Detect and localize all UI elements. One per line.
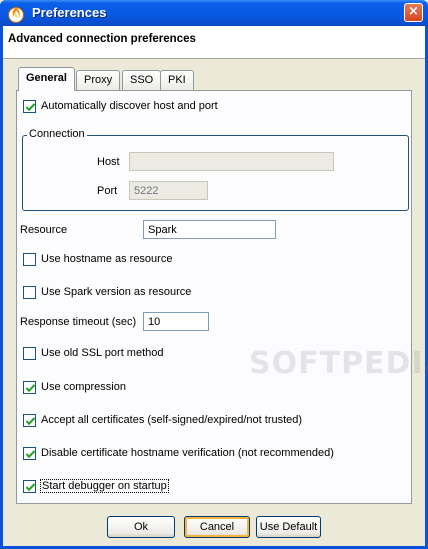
tab-general[interactable]: General [18,67,75,91]
close-button[interactable]: × [404,3,423,22]
tab-general-label: General [26,72,67,84]
checkbox-box[interactable] [23,286,36,299]
use-hostname-label: Use hostname as resource [41,253,173,265]
resource-input[interactable] [143,220,276,239]
resource-label: Resource [20,224,68,236]
title-bar[interactable]: Preferences × [0,0,428,26]
checkbox-box[interactable] [23,447,36,460]
tab-sso-label: SSO [130,74,154,86]
check-icon [25,483,36,492]
tab-pki[interactable]: PKI [160,70,194,90]
check-icon [25,417,36,426]
use-default-button[interactable]: Use Default [256,516,321,538]
dialog-body: Advanced connection preferences General … [3,26,428,546]
close-icon: × [408,4,419,19]
page-title: Advanced connection preferences [8,33,196,45]
response-timeout-label: Response timeout (sec) [20,316,137,328]
ok-button[interactable]: Ok [107,516,175,538]
check-icon [25,384,36,393]
flame-icon [8,7,24,23]
host-label: Host [97,156,120,168]
checkbox-box[interactable] [23,253,36,266]
connection-group: Connection Host Port [22,128,409,211]
preferences-window: Preferences × Advanced connection prefer… [0,0,428,549]
checkbox-box[interactable] [23,100,36,113]
use-spark-version-label: Use Spark version as resource [41,286,192,298]
port-label: Port [97,185,118,197]
window-title: Preferences [32,5,107,20]
tab-pki-label: PKI [168,74,186,86]
tab-proxy-label: Proxy [84,74,113,86]
compression-label: Use compression [41,381,126,393]
general-tab-panel: Automatically discover host and port Con… [16,90,412,504]
header-band: Advanced connection preferences [3,26,425,59]
checkbox-box[interactable] [23,347,36,360]
tab-sso[interactable]: SSO [122,70,162,90]
check-icon [25,450,36,459]
check-icon [25,103,36,112]
cancel-button[interactable]: Cancel [184,516,250,538]
accept-certs-label: Accept all certificates (self-signed/exp… [41,414,303,426]
auto-discover-label: Automatically discover host and port [41,100,218,112]
connection-group-title: Connection [27,128,87,140]
old-ssl-label: Use old SSL port method [41,347,164,359]
checkbox-box[interactable] [23,414,36,427]
response-timeout-input[interactable] [143,312,209,331]
checkbox-box[interactable] [23,381,36,394]
port-input[interactable] [129,181,208,200]
disable-hostname-verification-label: Disable certificate hostname verificatio… [41,447,334,459]
start-debugger-label: Start debugger on startup [40,479,169,493]
host-input[interactable] [129,152,334,171]
tab-proxy[interactable]: Proxy [76,70,121,90]
checkbox-box[interactable] [23,480,36,493]
